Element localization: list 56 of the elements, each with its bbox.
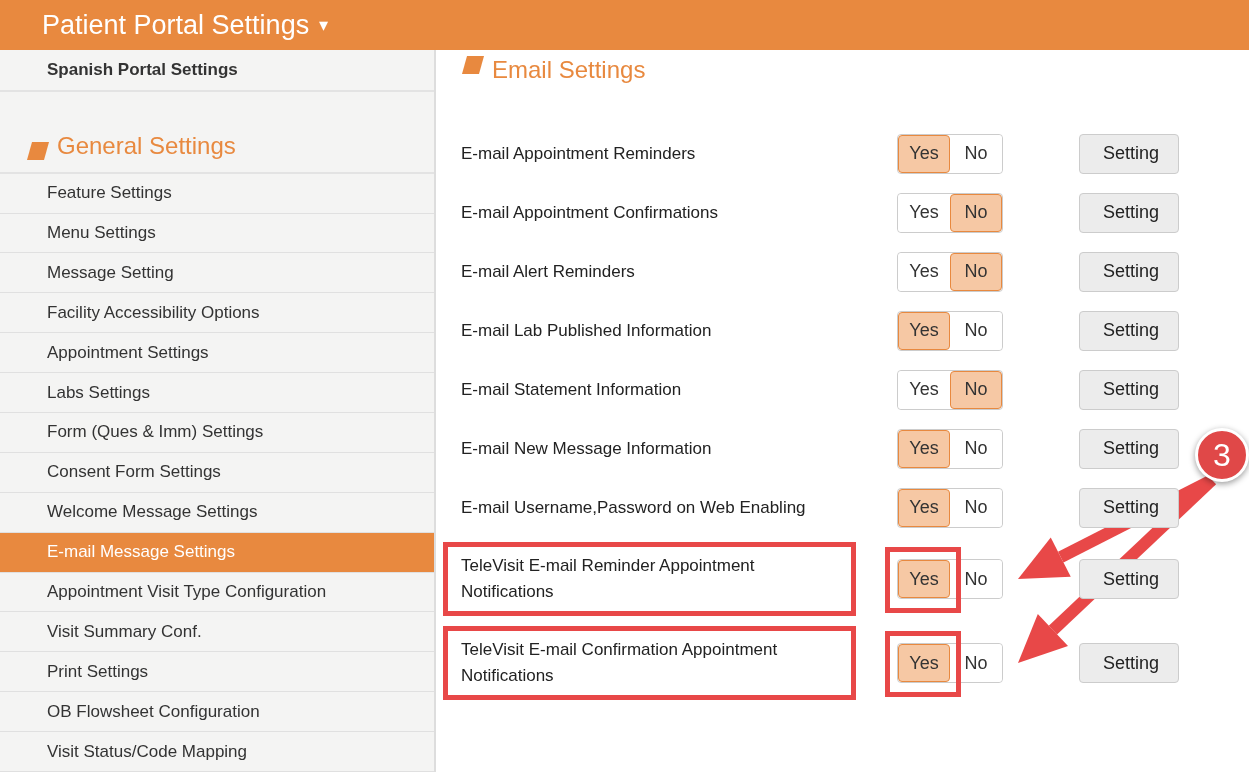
yes-option[interactable]: Yes — [898, 134, 950, 173]
no-option[interactable]: No — [950, 370, 1002, 409]
setting-label: E-mail Appointment Confirmations — [461, 201, 718, 224]
setting-button[interactable]: Setting — [1079, 133, 1179, 174]
sidebar-item[interactable]: Appointment Settings — [0, 333, 434, 374]
setting-label: TeleVisit E-mail Confirmation Appointment Notifications — [461, 639, 779, 687]
sidebar-item[interactable]: Labs Settings — [0, 373, 434, 414]
setting-label: TeleVisit E-mail Reminder Appointment Notifications — [461, 555, 756, 603]
setting-button[interactable]: Setting — [1079, 487, 1179, 528]
yes-no-toggle[interactable]: Yes No — [897, 559, 1003, 599]
yes-option[interactable]: Yes — [898, 488, 950, 527]
yes-no-toggle[interactable]: Yes No — [897, 192, 1003, 233]
setting-label: E-mail Alert Reminders — [461, 260, 635, 283]
setting-button[interactable]: Setting — [1079, 428, 1179, 469]
sidebar-item[interactable]: Appointment Visit Type Configuration — [0, 572, 434, 613]
setting-button[interactable]: Setting — [1079, 369, 1179, 410]
setting-button[interactable]: Setting — [1079, 310, 1179, 351]
sidebar-item[interactable]: Facility Accessibility Options — [0, 293, 434, 334]
yes-no-toggle[interactable]: Yes No — [897, 369, 1003, 410]
setting-button[interactable]: Setting — [1079, 192, 1179, 233]
sidebar-item[interactable]: Visit Status/Code Mapping — [0, 732, 434, 772]
yes-option[interactable]: Yes — [898, 644, 950, 682]
yes-no-toggle[interactable]: Yes No — [897, 310, 1003, 351]
sidebar-item[interactable]: Menu Settings — [0, 213, 434, 254]
step-badge: 3 — [1195, 428, 1249, 482]
yes-no-toggle[interactable]: Yes No — [897, 428, 1003, 469]
sidebar-item[interactable]: Message Setting — [0, 253, 434, 294]
sidebar-item[interactable]: Visit Summary Conf. — [0, 612, 434, 653]
yes-no-toggle[interactable]: Yes No — [897, 133, 1003, 174]
section-heading: Email Settings — [492, 56, 646, 84]
yes-no-toggle[interactable]: Yes No — [897, 643, 1003, 683]
yes-option[interactable]: Yes — [898, 429, 950, 468]
yes-option[interactable]: Yes — [898, 560, 950, 598]
setting-button[interactable]: Setting — [1079, 251, 1179, 292]
yes-no-toggle[interactable]: Yes No — [897, 487, 1003, 528]
sidebar-item[interactable]: Spanish Portal Settings — [0, 50, 434, 92]
sidebar-item[interactable]: OB Flowsheet Configuration — [0, 692, 434, 733]
yes-option[interactable]: Yes — [898, 311, 950, 350]
setting-label: E-mail Username,Password on Web Enabling — [461, 496, 806, 519]
setting-label: E-mail Statement Information — [461, 378, 682, 401]
heading-icon — [462, 56, 484, 74]
setting-button[interactable]: Setting — [1079, 643, 1179, 683]
section-title: General Settings — [57, 131, 236, 160]
sidebar-item[interactable]: Welcome Message Settings — [0, 492, 434, 533]
no-option[interactable]: No — [950, 193, 1002, 232]
setting-label: E-mail New Message Information — [461, 437, 712, 460]
setting-label: E-mail Appointment Reminders — [461, 142, 696, 165]
setting-label: E-mail Lab Published Information — [461, 319, 712, 342]
sidebar-item[interactable]: Form (Ques & Imm) Settings — [0, 413, 434, 453]
sidebar-item[interactable]: Print Settings — [0, 652, 434, 693]
sidebar-item[interactable]: Consent Form Settings — [0, 452, 434, 493]
no-option[interactable]: No — [950, 252, 1002, 291]
yes-no-toggle[interactable]: Yes No — [897, 251, 1003, 292]
sidebar-item[interactable]: Feature Settings — [0, 173, 434, 214]
section-icon — [27, 141, 49, 160]
setting-button[interactable]: Setting — [1079, 559, 1179, 599]
